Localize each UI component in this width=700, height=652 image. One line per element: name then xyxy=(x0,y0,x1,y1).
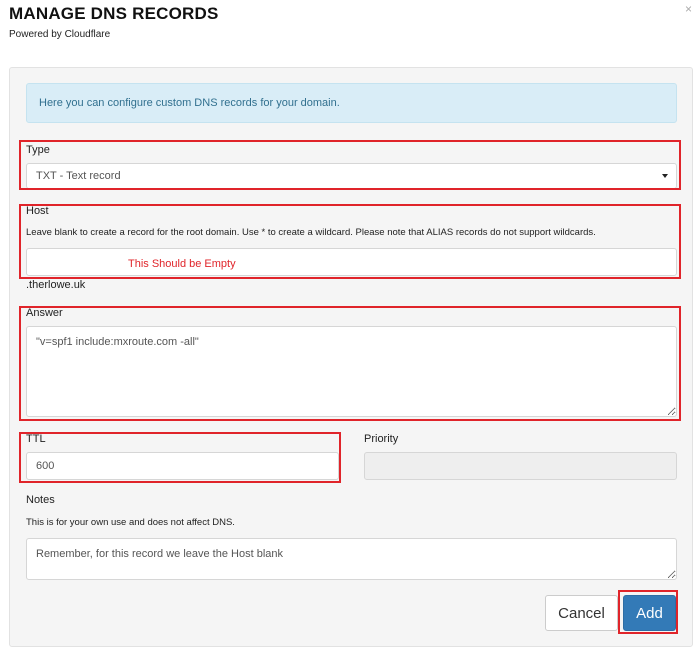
answer-label: Answer xyxy=(26,307,63,319)
priority-input xyxy=(364,452,677,480)
answer-textarea[interactable]: "v=spf1 include:mxroute.com -all" xyxy=(26,326,677,417)
host-help-text: Leave blank to create a record for the r… xyxy=(26,227,596,238)
add-button[interactable]: Add xyxy=(623,595,676,631)
close-icon[interactable]: × xyxy=(685,3,692,15)
cancel-button[interactable]: Cancel xyxy=(545,595,618,631)
notes-textarea[interactable]: Remember, for this record we leave the H… xyxy=(26,538,677,580)
type-select-value: TXT - Text record xyxy=(36,170,121,182)
host-annotation: This Should be Empty xyxy=(128,258,236,270)
notes-label: Notes xyxy=(26,494,55,506)
domain-suffix: .therlowe.uk xyxy=(26,279,86,291)
type-label: Type xyxy=(26,144,50,156)
priority-label: Priority xyxy=(364,433,399,445)
ttl-input[interactable] xyxy=(26,452,339,480)
info-alert: Here you can configure custom DNS record… xyxy=(26,83,677,123)
chevron-down-icon xyxy=(662,174,668,178)
host-input[interactable] xyxy=(26,248,677,276)
dns-form-panel: Here you can configure custom DNS record… xyxy=(9,67,693,647)
notes-help-text: This is for your own use and does not af… xyxy=(26,517,235,528)
host-label: Host xyxy=(26,205,49,217)
ttl-label: TTL xyxy=(26,433,46,445)
modal-subtitle: Powered by Cloudflare xyxy=(9,29,111,40)
type-select[interactable]: TXT - Text record xyxy=(26,163,677,189)
modal-title: MANAGE DNS RECORDS xyxy=(9,4,219,23)
